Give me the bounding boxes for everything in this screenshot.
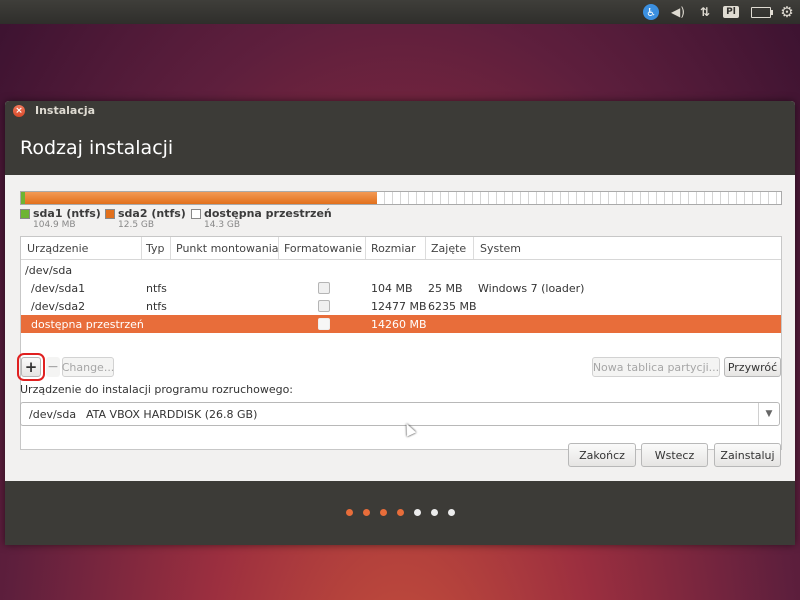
column-header-used[interactable]: Zajęte xyxy=(431,242,466,255)
partition-bar-sda2 xyxy=(25,192,377,204)
boot-loader-label: Urządzenie do instalacji programu rozruc… xyxy=(20,383,294,396)
boot-device-path: /dev/sda xyxy=(29,408,77,421)
legend-size: 12.5 GB xyxy=(118,220,155,230)
revert-button[interactable]: Przywróć xyxy=(724,357,781,377)
column-header-device[interactable]: Urządzenie xyxy=(27,242,88,255)
boot-loader-device-select[interactable]: /dev/sda ATA VBOX HARDDISK (26.8 GB) ▼ xyxy=(20,402,780,426)
installer-window: × Instalacja Rodzaj instalacji sda1 (ntf… xyxy=(5,101,795,545)
column-header-mount[interactable]: Punkt montowania xyxy=(176,242,279,255)
progress-dot xyxy=(431,509,438,516)
boot-device-model: ATA VBOX HARDDISK (26.8 GB) xyxy=(86,408,258,421)
keyboard-layout-indicator[interactable]: Pl xyxy=(721,0,741,24)
cell-device: /dev/sda xyxy=(25,264,73,277)
table-row-selected[interactable]: dostępna przestrzeń 14260 MB xyxy=(21,315,781,333)
legend-size: 14.3 GB xyxy=(204,220,241,230)
partition-bar-free-space xyxy=(377,192,781,204)
window-title: Instalacja xyxy=(35,104,96,117)
format-checkbox[interactable] xyxy=(318,282,330,294)
add-partition-button[interactable]: + xyxy=(17,353,45,381)
cell-type: ntfs xyxy=(146,300,167,313)
quit-button[interactable]: Zakończ xyxy=(568,443,636,467)
progress-dot xyxy=(448,509,455,516)
legend-swatch-sda1 xyxy=(20,209,30,219)
format-checkbox[interactable] xyxy=(318,318,330,330)
legend-swatch-free xyxy=(191,209,201,219)
window-titlebar: × Instalacja xyxy=(5,101,795,121)
progress-dot xyxy=(397,509,404,516)
cell-size: 12477 MB xyxy=(371,300,427,313)
legend-name: sda1 (ntfs) xyxy=(33,207,101,220)
column-header-system[interactable]: System xyxy=(480,242,521,255)
cell-size: 14260 MB xyxy=(371,318,427,331)
close-window-button[interactable]: × xyxy=(13,105,25,117)
column-header-type[interactable]: Typ xyxy=(146,242,165,255)
accessibility-icon[interactable]: ♿ xyxy=(641,0,661,24)
settings-gear-icon[interactable]: ⚙ xyxy=(777,0,797,24)
keyboard-layout-label: Pl xyxy=(723,6,739,18)
remove-partition-button[interactable]: − xyxy=(46,357,60,377)
progress-dot xyxy=(414,509,421,516)
progress-dot xyxy=(363,509,370,516)
table-row[interactable]: /dev/sda2 ntfs 12477 MB 6235 MB xyxy=(21,297,781,315)
column-header-format[interactable]: Formatowanie xyxy=(284,242,362,255)
battery-icon[interactable] xyxy=(748,0,774,24)
top-panel: ♿ ◀) ⇅ Pl ⚙ xyxy=(0,0,800,24)
column-header-size[interactable]: Rozmiar xyxy=(371,242,416,255)
volume-icon[interactable]: ◀) xyxy=(666,0,690,24)
cell-device: /dev/sda1 xyxy=(31,282,86,295)
progress-dot xyxy=(346,509,353,516)
cell-device: /dev/sda2 xyxy=(31,300,86,313)
install-button[interactable]: Zainstaluj xyxy=(714,443,781,467)
cell-used: 6235 MB xyxy=(428,300,477,313)
partition-bar xyxy=(20,191,782,205)
cell-used: 25 MB xyxy=(428,282,463,295)
dropdown-arrow-icon: ▼ xyxy=(758,403,779,425)
progress-dots xyxy=(5,509,795,517)
page-header: Rodzaj instalacji xyxy=(5,121,795,175)
footer xyxy=(5,481,795,545)
table-row[interactable]: /dev/sda1 ntfs 104 MB 25 MB Windows 7 (l… xyxy=(21,279,781,297)
legend-name: dostępna przestrzeń xyxy=(204,207,332,220)
network-icon[interactable]: ⇅ xyxy=(696,0,714,24)
back-button[interactable]: Wstecz xyxy=(641,443,708,467)
cell-size: 104 MB xyxy=(371,282,413,295)
legend-size: 104.9 MB xyxy=(33,220,76,230)
progress-dot xyxy=(380,509,387,516)
table-row[interactable]: /dev/sda xyxy=(21,261,781,279)
cell-device: dostępna przestrzeń xyxy=(31,318,144,331)
legend-name: sda2 (ntfs) xyxy=(118,207,186,220)
page-title: Rodzaj instalacji xyxy=(20,137,174,159)
legend-swatch-sda2 xyxy=(105,209,115,219)
cell-type: ntfs xyxy=(146,282,167,295)
change-partition-button[interactable]: Change... xyxy=(62,357,114,377)
format-checkbox[interactable] xyxy=(318,300,330,312)
new-partition-table-button[interactable]: Nowa tablica partycji... xyxy=(592,357,720,377)
table-header: Urządzenie Typ Punkt montowania Formatow… xyxy=(21,237,781,260)
cell-system: Windows 7 (loader) xyxy=(478,282,585,295)
